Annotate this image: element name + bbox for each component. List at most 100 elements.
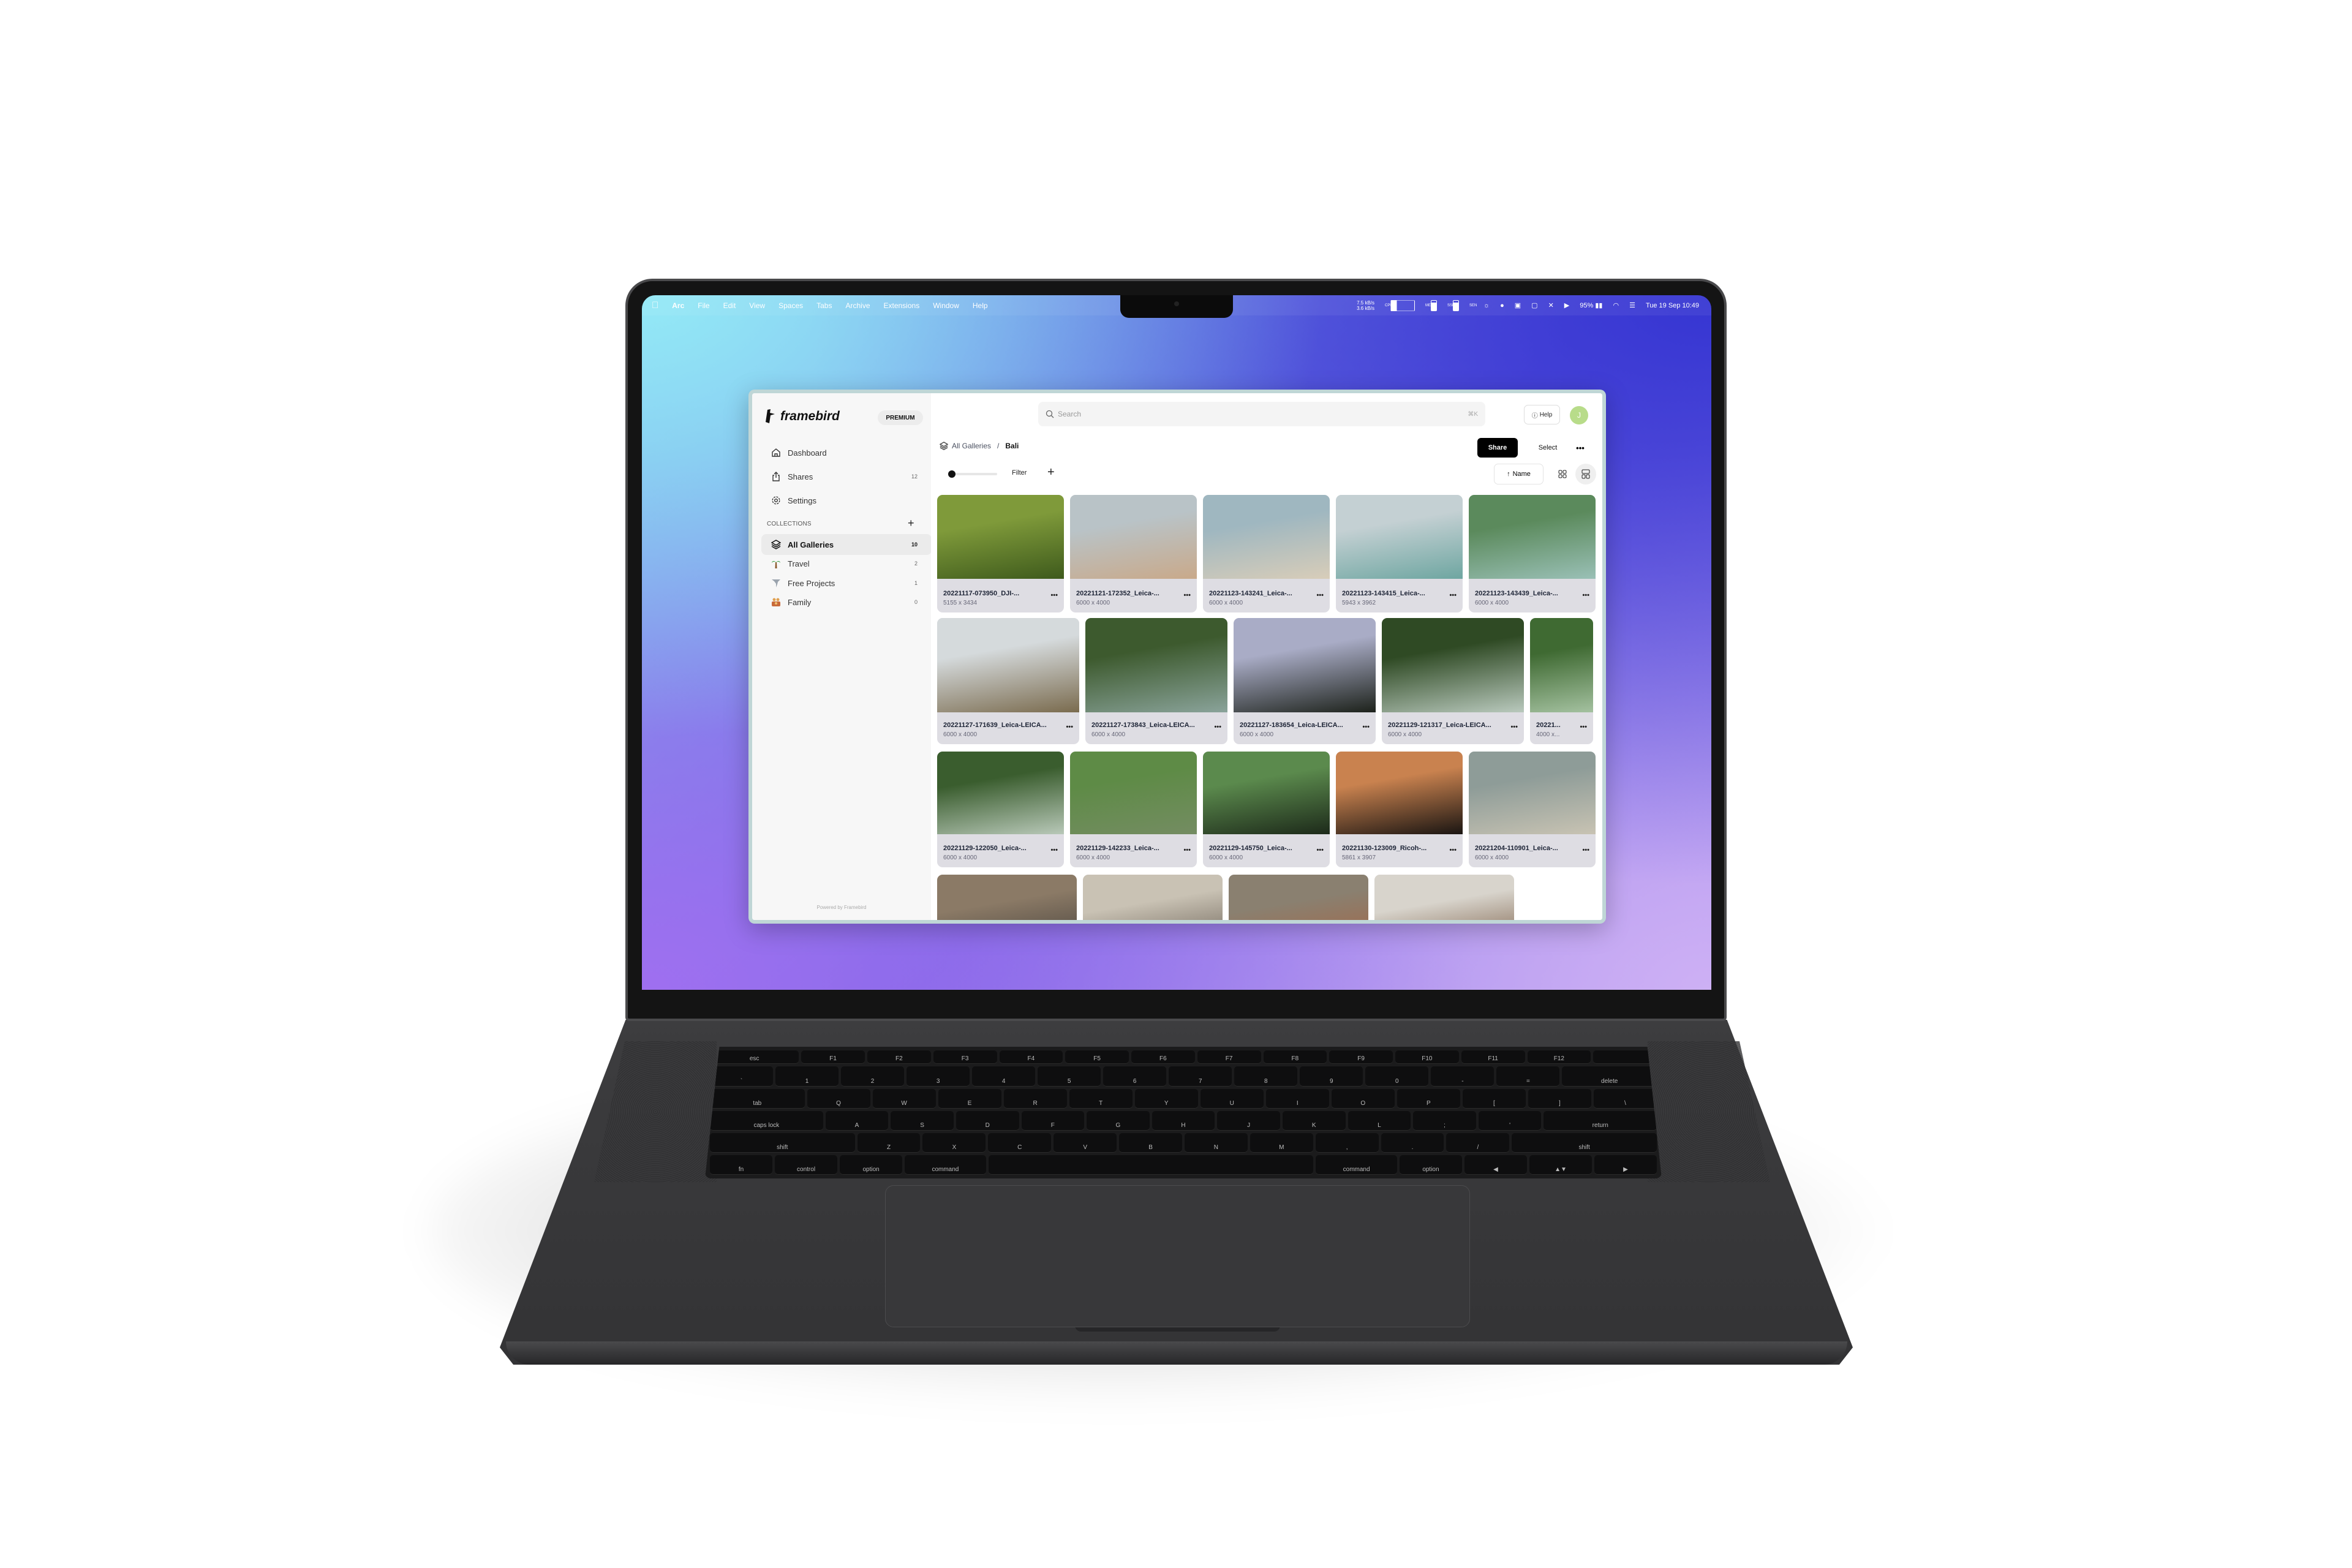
power-key[interactable] (1593, 1050, 1657, 1065)
key[interactable]: \ (1593, 1088, 1657, 1109)
menu-view[interactable]: View (749, 301, 765, 310)
photo-more-button[interactable]: ••• (1183, 846, 1191, 854)
sidebar-item-shares[interactable]: Shares 12 (771, 469, 918, 484)
key[interactable]: 4 (972, 1066, 1036, 1087)
photo-card[interactable]: 20221127-183654_Leica-LEICA... 6000 x 400… (1234, 618, 1376, 744)
key[interactable]: 9 (1300, 1066, 1363, 1087)
menu-file[interactable]: File (698, 301, 709, 310)
key[interactable]: 1 (775, 1066, 839, 1087)
key[interactable]: F10 (1395, 1050, 1459, 1065)
collection-family[interactable]: Family 0 (771, 595, 918, 609)
photo-card[interactable]: 20221129-145750_Leica-... 6000 x 4000 ••• (1203, 752, 1330, 867)
photo-more-button[interactable]: ••• (1316, 846, 1324, 854)
powered-by[interactable]: Powered by Framebird (752, 905, 931, 910)
battery-status[interactable]: 95% ▮▮ (1580, 301, 1602, 309)
key[interactable]: [ (1462, 1088, 1526, 1109)
sidebar-item-settings[interactable]: Settings (771, 493, 918, 508)
photo-card[interactable] (1083, 875, 1223, 920)
menu-help[interactable]: Help (973, 301, 988, 310)
framebird-logo[interactable]: framebird (766, 409, 840, 424)
key[interactable]: I (1265, 1088, 1329, 1109)
key[interactable]: M (1250, 1133, 1313, 1153)
key[interactable]: F (1021, 1110, 1085, 1131)
photo-thumbnail[interactable] (937, 618, 1079, 712)
key[interactable]: 8 (1234, 1066, 1298, 1087)
photo-more-button[interactable]: ••• (1362, 723, 1370, 731)
photo-more-button[interactable]: ••• (1214, 723, 1221, 731)
slider-knob[interactable] (948, 470, 956, 478)
key[interactable]: ; (1413, 1110, 1476, 1131)
key[interactable]: esc (710, 1050, 799, 1065)
photo-card[interactable]: 20221129-121317_Leica-LEICA... 6000 x 400… (1382, 618, 1524, 744)
key[interactable]: L (1348, 1110, 1411, 1131)
photo-card[interactable]: 20221123-143241_Leica-... 6000 x 4000 ••• (1203, 495, 1330, 612)
share-button[interactable]: Share (1477, 438, 1518, 458)
photo-more-button[interactable]: ••• (1449, 592, 1457, 599)
photo-thumbnail[interactable] (1083, 875, 1223, 920)
photo-more-button[interactable]: ••• (1580, 723, 1587, 731)
filter-button[interactable]: Filter (1012, 469, 1027, 477)
key[interactable]: D (956, 1110, 1019, 1131)
key[interactable]: = (1496, 1066, 1560, 1087)
collection-all-galleries[interactable]: All Galleries 10 (771, 537, 918, 552)
key[interactable]: 2 (841, 1066, 905, 1087)
photo-thumbnail[interactable] (1336, 752, 1463, 834)
key[interactable]: N (1184, 1133, 1248, 1153)
photo-thumbnail[interactable] (1203, 495, 1330, 579)
key[interactable]: B (1119, 1133, 1182, 1153)
key[interactable]: F8 (1263, 1050, 1327, 1065)
photo-thumbnail[interactable] (1070, 752, 1197, 834)
key[interactable]: / (1446, 1133, 1510, 1153)
key[interactable]: F3 (933, 1050, 997, 1065)
thumbnail-size-slider[interactable] (948, 470, 998, 478)
key[interactable]: ▲▼ (1529, 1155, 1593, 1175)
photo-card[interactable]: 20221130-123009_Ricoh-... 5861 x 3907 ••• (1336, 752, 1463, 867)
wifi-icon[interactable]: ◠ (1613, 301, 1619, 309)
key[interactable]: F2 (867, 1050, 931, 1065)
key[interactable]: . (1381, 1133, 1444, 1153)
help-button[interactable]: ⓘ Help (1524, 405, 1560, 424)
key[interactable]: F6 (1131, 1050, 1195, 1065)
key[interactable]: , (1315, 1133, 1379, 1153)
key[interactable]: C (988, 1133, 1052, 1153)
key[interactable]: 5 (1038, 1066, 1101, 1087)
menu-spaces[interactable]: Spaces (778, 301, 803, 310)
avatar[interactable]: J (1570, 406, 1588, 424)
photo-thumbnail[interactable] (1085, 618, 1227, 712)
ssd-meter[interactable]: SSD (1447, 300, 1459, 311)
cpu-meter[interactable]: CPU (1385, 300, 1415, 311)
photo-thumbnail[interactable] (1336, 495, 1463, 579)
photo-thumbnail[interactable] (1530, 618, 1593, 712)
photo-more-button[interactable]: ••• (1183, 592, 1191, 599)
search-input[interactable]: Search ⌘K (1038, 402, 1485, 426)
key[interactable]: ◀ (1464, 1155, 1527, 1175)
key[interactable]: fn (710, 1155, 773, 1175)
breadcrumb-parent[interactable]: All Galleries (952, 442, 991, 450)
photo-card[interactable]: 20221204-110901_Leica-... 6000 x 4000 ••• (1469, 752, 1596, 867)
photo-more-button[interactable]: ••• (1316, 592, 1324, 599)
key[interactable]: ' (1478, 1110, 1542, 1131)
photo-card[interactable]: 20221121-172352_Leica-... 6000 x 4000 ••• (1070, 495, 1197, 612)
photo-card[interactable]: 20221127-171639_Leica-LEICA... 6000 x 400… (937, 618, 1079, 744)
space-key[interactable] (988, 1155, 1314, 1175)
clock[interactable]: Tue 19 Sep 10:49 (1646, 302, 1699, 309)
key[interactable]: S (891, 1110, 954, 1131)
key[interactable]: Z (857, 1133, 921, 1153)
key[interactable]: O (1331, 1088, 1395, 1109)
key[interactable]: G (1087, 1110, 1150, 1131)
photo-thumbnail[interactable] (1382, 618, 1524, 712)
menu-window[interactable]: Window (933, 301, 959, 310)
key[interactable]: F11 (1461, 1050, 1525, 1065)
photo-thumbnail[interactable] (1374, 875, 1514, 920)
menu-archive[interactable]: Archive (845, 301, 870, 310)
sidebar-item-dashboard[interactable]: Dashboard (771, 445, 918, 460)
key[interactable]: F12 (1527, 1050, 1591, 1065)
key[interactable]: 3 (907, 1066, 970, 1087)
collection-travel[interactable]: Travel 2 (771, 556, 918, 571)
control-center-icon[interactable]: ☰ (1629, 301, 1635, 309)
key[interactable]: H (1152, 1110, 1215, 1131)
key[interactable]: ` (710, 1066, 774, 1087)
photo-thumbnail[interactable] (1229, 875, 1368, 920)
key[interactable]: shift (710, 1133, 855, 1153)
key[interactable]: U (1200, 1088, 1264, 1109)
